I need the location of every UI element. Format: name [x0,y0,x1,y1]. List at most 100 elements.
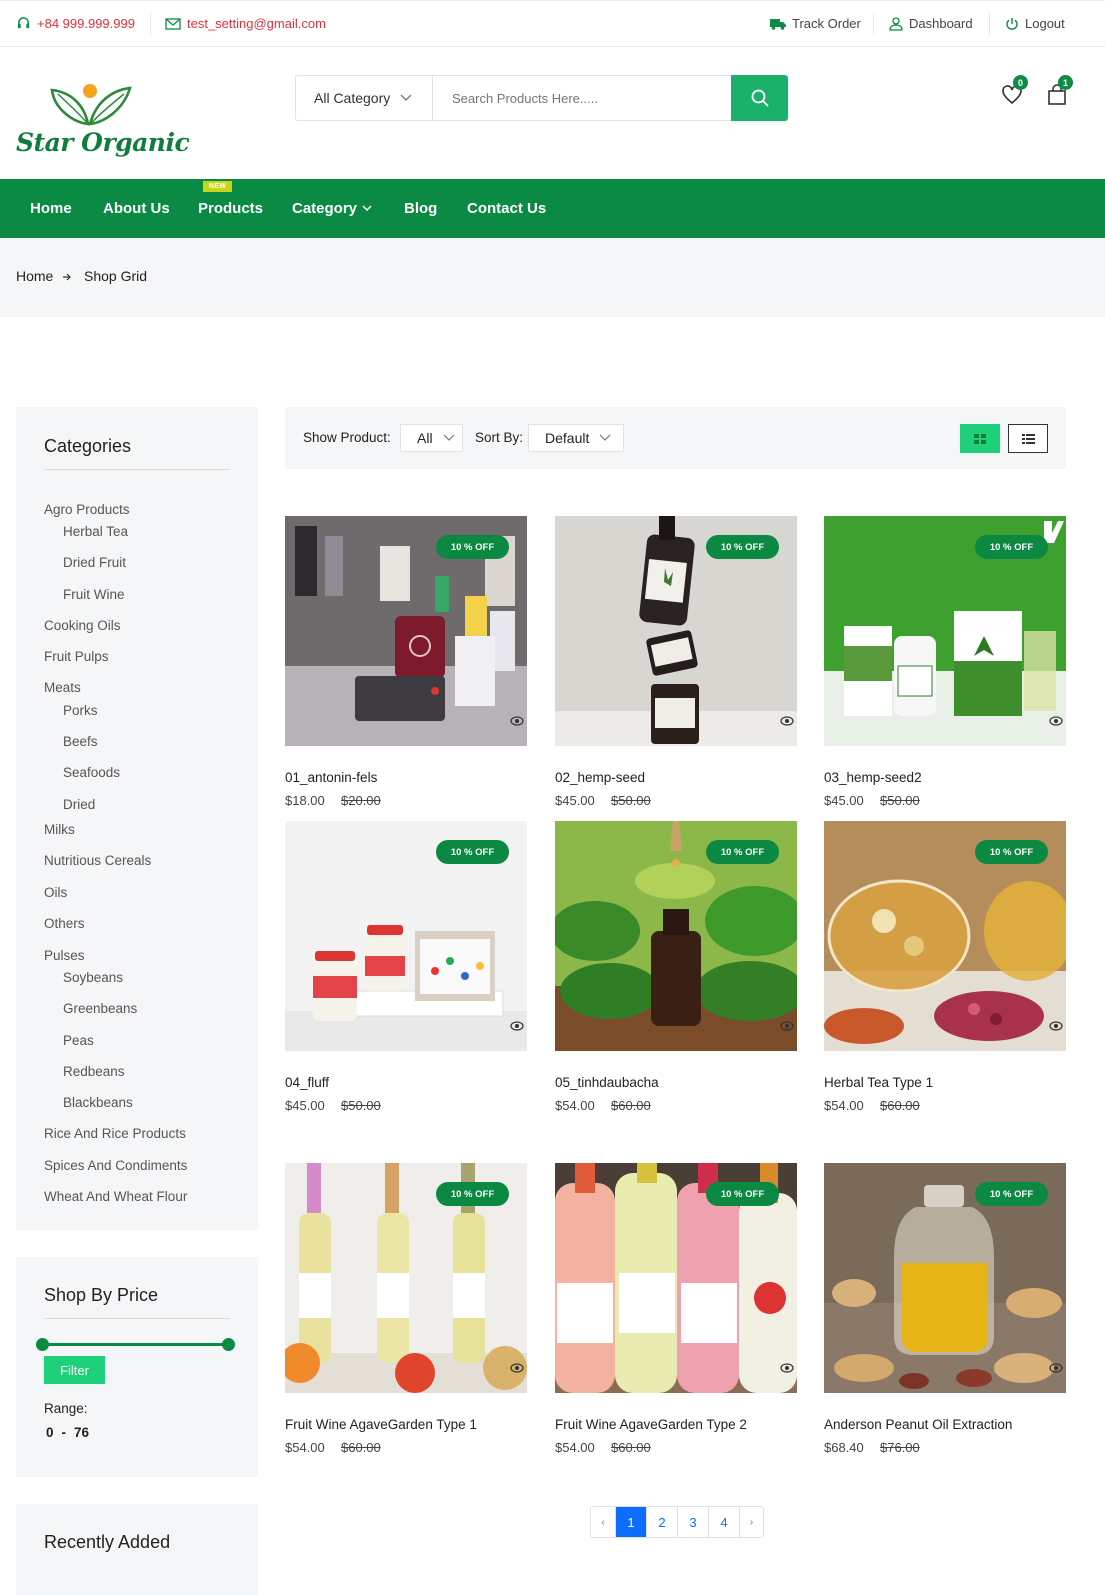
product-name[interactable]: Fruit Wine AgaveGarden Type 2 [555,1417,747,1432]
product-image[interactable]: 10 % OFF [285,1163,527,1393]
category-link[interactable]: Oils [44,885,67,900]
product-image[interactable]: 10 % OFF [285,821,527,1051]
nav-blog[interactable]: Blog [404,200,437,217]
nav-home[interactable]: Home [30,200,72,217]
shop-toolbar: Show Product: All Sort By: Default [285,407,1066,469]
filter-button[interactable]: Filter [44,1356,105,1384]
product-image[interactable]: 10 % OFF [285,516,527,746]
quick-view-eye-icon[interactable] [780,716,794,726]
category-link[interactable]: Peas [63,1033,94,1048]
grid-icon [974,433,986,444]
pagination-prev[interactable]: ‹ [591,1507,615,1537]
price-slider-max-handle[interactable] [222,1338,235,1351]
nav-about-us[interactable]: About Us [103,200,170,217]
discount-badge: 10 % OFF [706,840,779,864]
category-link[interactable]: Fruit Pulps [44,649,109,664]
product-name[interactable]: Fruit Wine AgaveGarden Type 1 [285,1417,477,1432]
new-badge: NEW [203,181,233,192]
pagination-page-3[interactable]: 3 [677,1507,708,1537]
product-name[interactable]: Anderson Peanut Oil Extraction [824,1417,1012,1432]
category-link[interactable]: Seafoods [63,765,120,780]
category-link[interactable]: Dried [63,797,95,812]
nav-products[interactable]: Products [198,200,263,217]
quick-view-eye-icon[interactable] [1049,1363,1063,1373]
nav-contact-us[interactable]: Contact Us [467,200,546,217]
track-order-label: Track Order [792,16,861,31]
category-link[interactable]: Rice And Rice Products [44,1126,186,1141]
product-image[interactable]: 10 % OFF [555,516,797,746]
category-link[interactable]: Beefs [63,734,98,749]
category-link[interactable]: Greenbeans [63,1001,137,1016]
product-image[interactable]: 10 % OFF [824,1163,1066,1393]
phone-contact[interactable]: +84 999.999.999 [16,16,135,31]
grid-view-button[interactable] [960,424,1000,453]
search-input[interactable] [434,76,732,120]
category-link[interactable]: Porks [63,703,98,718]
email-address: test_setting@gmail.com [187,16,326,31]
price-slider-min-handle[interactable] [36,1338,49,1351]
product-price: $54.00 [285,1440,325,1455]
list-view-button[interactable] [1008,424,1048,453]
product-name[interactable]: 02_hemp-seed [555,770,645,785]
product-image[interactable]: 10 % OFF [824,516,1066,746]
logo-text: Star Organic [16,128,190,157]
pagination-page-1[interactable]: 1 [615,1507,646,1537]
product-old-price: $60.00 [341,1440,381,1455]
category-link[interactable]: Blackbeans [63,1095,133,1110]
track-order-link[interactable]: Track Order [770,16,861,31]
category-link[interactable]: Fruit Wine [63,587,125,602]
category-link[interactable]: Wheat And Wheat Flour [44,1189,187,1204]
sort-by-value: Default [545,430,590,446]
quick-view-eye-icon[interactable] [510,1021,524,1031]
email-contact[interactable]: test_setting@gmail.com [165,16,326,31]
discount-badge: 10 % OFF [436,535,509,559]
product-name[interactable]: 01_antonin-fels [285,770,377,785]
wishlist-count-badge: 0 [1013,75,1028,90]
search-button[interactable] [731,75,788,121]
logout-link[interactable]: Logout [1005,16,1065,31]
product-name[interactable]: 04_fluff [285,1075,329,1090]
sort-by-select[interactable]: Default [528,424,624,452]
price-slider-track[interactable] [43,1343,229,1346]
wishlist-button[interactable]: 0 [1001,75,1028,108]
product-name[interactable]: Herbal Tea Type 1 [824,1075,933,1090]
quick-view-eye-icon[interactable] [780,1021,794,1031]
quick-view-eye-icon[interactable] [780,1363,794,1373]
quick-view-eye-icon[interactable] [1049,1021,1063,1031]
quick-view-eye-icon[interactable] [510,716,524,726]
category-link[interactable]: Pulses [44,948,85,963]
category-link[interactable]: Spices And Condiments [44,1158,187,1173]
category-select[interactable]: All Category [296,76,433,120]
category-link[interactable]: Nutritious Cereals [44,853,151,868]
category-link[interactable]: Meats [44,680,81,695]
product-image[interactable]: 10 % OFF [555,821,797,1051]
category-link[interactable]: Dried Fruit [63,555,126,570]
dashboard-link[interactable]: Dashboard [889,16,973,31]
pagination-page-4[interactable]: 4 [708,1507,739,1537]
category-link[interactable]: Cooking Oils [44,618,121,633]
discount-badge: 10 % OFF [975,1182,1048,1206]
pagination-next[interactable]: › [739,1507,763,1537]
product-image[interactable]: 10 % OFF [824,821,1066,1051]
nav-category[interactable]: Category [292,200,372,217]
category-link[interactable]: Soybeans [63,970,123,985]
quick-view-eye-icon[interactable] [1049,716,1063,726]
dashboard-label: Dashboard [909,16,973,31]
divider [989,13,990,35]
pagination-page-2[interactable]: 2 [646,1507,677,1537]
quick-view-eye-icon[interactable] [510,1363,524,1373]
category-link[interactable]: Milks [44,822,75,837]
category-link[interactable]: Herbal Tea [63,524,128,539]
category-link[interactable]: Redbeans [63,1064,125,1079]
cart-button[interactable]: 1 [1046,75,1073,108]
range-max: 76 [74,1425,90,1440]
product-name[interactable]: 05_tinhdaubacha [555,1075,659,1090]
category-link[interactable]: Agro Products [44,502,130,517]
category-link[interactable]: Others [44,916,85,931]
show-product-select[interactable]: All [400,424,463,452]
product-name[interactable]: 03_hemp-seed2 [824,770,922,785]
product-old-price: $60.00 [611,1440,651,1455]
categories-panel: Categories Agro Products Herbal Tea Dried … [16,407,258,1230]
breadcrumb-home[interactable]: Home [16,268,53,284]
product-image[interactable]: 10 % OFF [555,1163,797,1393]
